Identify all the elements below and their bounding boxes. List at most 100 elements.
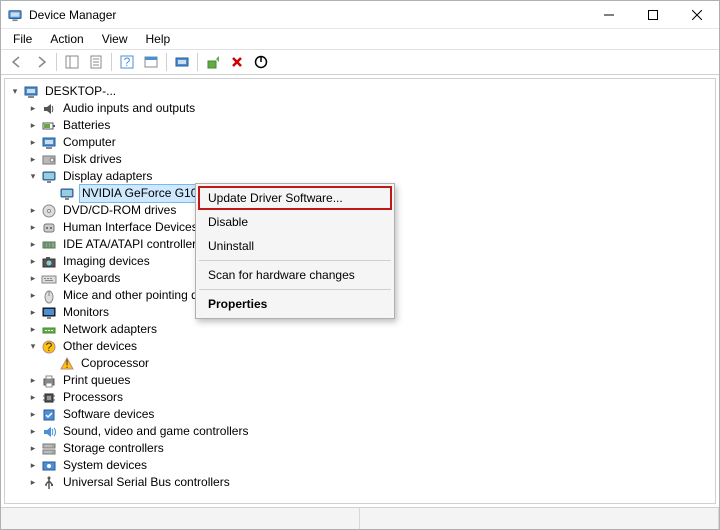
- chevron-right-icon[interactable]: ▸: [27, 324, 39, 336]
- tree-device[interactable]: ! Coprocessor: [9, 355, 715, 372]
- tree-label: Batteries: [61, 117, 112, 134]
- chevron-right-icon[interactable]: ▸: [27, 477, 39, 489]
- computer-icon: [41, 135, 57, 151]
- tree-category[interactable]: ▸ Print queues: [9, 372, 715, 389]
- chevron-right-icon[interactable]: ▸: [27, 307, 39, 319]
- tree-category[interactable]: ▸System devices: [9, 457, 715, 474]
- ctx-uninstall[interactable]: Uninstall: [198, 234, 392, 258]
- chevron-right-icon[interactable]: ▸: [27, 256, 39, 268]
- ctx-sep: [199, 260, 391, 261]
- chevron-right-icon[interactable]: ▸: [27, 273, 39, 285]
- device-tree-panel: ▾ DESKTOP-... ▸ Audio inputs and outputs ▸ Ba…: [4, 78, 716, 504]
- menu-view[interactable]: View: [94, 30, 136, 48]
- view-button[interactable]: [139, 51, 163, 73]
- tree-label: Keyboards: [61, 270, 122, 287]
- tree-category[interactable]: ▸Storage controllers: [9, 440, 715, 457]
- imaging-icon: [41, 254, 57, 270]
- chevron-right-icon[interactable]: ▸: [27, 409, 39, 421]
- menu-action[interactable]: Action: [42, 30, 91, 48]
- tree-category[interactable]: ▸ Audio inputs and outputs: [9, 100, 715, 117]
- ctx-scan[interactable]: Scan for hardware changes: [198, 263, 392, 287]
- tree-category[interactable]: ▸ Computer: [9, 134, 715, 151]
- chevron-right-icon[interactable]: ▸: [27, 222, 39, 234]
- disable-button[interactable]: [249, 51, 273, 73]
- tree-label: Imaging devices: [61, 253, 152, 270]
- context-menu: Update Driver Software... Disable Uninst…: [195, 183, 395, 319]
- chevron-right-icon[interactable]: ▸: [27, 205, 39, 217]
- disk-icon: [41, 152, 57, 168]
- computer-icon: [23, 84, 39, 100]
- ctx-properties[interactable]: Properties: [198, 292, 392, 316]
- menu-file[interactable]: File: [5, 30, 40, 48]
- help-button[interactable]: ?: [115, 51, 139, 73]
- uninstall-button[interactable]: [225, 51, 249, 73]
- scan-hardware-button[interactable]: [170, 51, 194, 73]
- chevron-right-icon[interactable]: ▸: [27, 137, 39, 149]
- chevron-right-icon[interactable]: ▸: [27, 392, 39, 404]
- forward-button[interactable]: [29, 51, 53, 73]
- usb-icon: [41, 475, 57, 491]
- ctx-update-driver[interactable]: Update Driver Software...: [198, 186, 392, 210]
- maximize-button[interactable]: [631, 1, 675, 29]
- tree-label: Monitors: [61, 304, 111, 321]
- chevron-right-icon[interactable]: ▸: [27, 375, 39, 387]
- tree-label: Computer: [61, 134, 118, 151]
- toolbar: ?: [1, 49, 719, 75]
- chevron-right-icon[interactable]: ▸: [27, 460, 39, 472]
- software-icon: [41, 407, 57, 423]
- system-icon: [41, 458, 57, 474]
- tree-label: Audio inputs and outputs: [61, 100, 197, 117]
- tree-label: DESKTOP-...: [43, 83, 118, 100]
- tree-category[interactable]: ▸Software devices: [9, 406, 715, 423]
- tree-label: Human Interface Devices: [61, 219, 200, 236]
- device-manager-window: Device Manager File Action View Help ? ▾…: [0, 0, 720, 530]
- show-hide-console-tree-button[interactable]: [60, 51, 84, 73]
- svg-text:?: ?: [124, 55, 131, 69]
- tree-label: DVD/CD-ROM drives: [61, 202, 178, 219]
- chevron-right-icon[interactable]: ▸: [27, 443, 39, 455]
- tree-label: Print queues: [61, 372, 132, 389]
- chevron-down-icon[interactable]: ▾: [27, 341, 39, 353]
- chevron-right-icon[interactable]: ▸: [27, 120, 39, 132]
- warn-icon: !: [59, 356, 75, 372]
- tree-category[interactable]: ▸ Batteries: [9, 117, 715, 134]
- tree-label: Processors: [61, 389, 125, 406]
- display-icon: [41, 169, 57, 185]
- statusbar: [1, 507, 719, 529]
- processor-icon: [41, 390, 57, 406]
- tree-label: Coprocessor: [79, 355, 151, 372]
- chevron-right-icon[interactable]: ▸: [27, 290, 39, 302]
- chevron-right-icon[interactable]: ▸: [27, 239, 39, 251]
- sound-icon: [41, 424, 57, 440]
- tree-label: IDE ATA/ATAPI controllers: [61, 236, 204, 253]
- chevron-right-icon[interactable]: ▸: [27, 426, 39, 438]
- properties-button[interactable]: [84, 51, 108, 73]
- ctx-disable[interactable]: Disable: [198, 210, 392, 234]
- close-button[interactable]: [675, 1, 719, 29]
- chevron-right-icon[interactable]: ▸: [27, 154, 39, 166]
- svg-text:!: !: [65, 357, 68, 371]
- update-driver-button[interactable]: [201, 51, 225, 73]
- tree-category[interactable]: ▸ Disk drives: [9, 151, 715, 168]
- tree-category[interactable]: ▸Sound, video and game controllers: [9, 423, 715, 440]
- tree-category[interactable]: ▾?Other devices: [9, 338, 715, 355]
- tree-category[interactable]: ▸ Processors: [9, 389, 715, 406]
- back-button[interactable]: [5, 51, 29, 73]
- chevron-right-icon[interactable]: ▸: [27, 103, 39, 115]
- toolbar-sep: [166, 53, 167, 71]
- tree-category[interactable]: ▸ Network adapters: [9, 321, 715, 338]
- tree-category[interactable]: ▸Universal Serial Bus controllers: [9, 474, 715, 491]
- chevron-down-icon[interactable]: ▾: [9, 86, 21, 98]
- other-icon: ?: [41, 339, 57, 355]
- tree-label: Disk drives: [61, 151, 124, 168]
- chevron-down-icon[interactable]: ▾: [27, 171, 39, 183]
- tree-label: Network adapters: [61, 321, 159, 338]
- storage-icon: [41, 441, 57, 457]
- minimize-button[interactable]: [587, 1, 631, 29]
- menubar: File Action View Help: [1, 29, 719, 49]
- display-icon: [59, 186, 75, 202]
- mouse-icon: [41, 288, 57, 304]
- tree-root-node[interactable]: ▾ DESKTOP-...: [9, 83, 715, 100]
- menu-help[interactable]: Help: [138, 30, 179, 48]
- network-icon: [41, 322, 57, 338]
